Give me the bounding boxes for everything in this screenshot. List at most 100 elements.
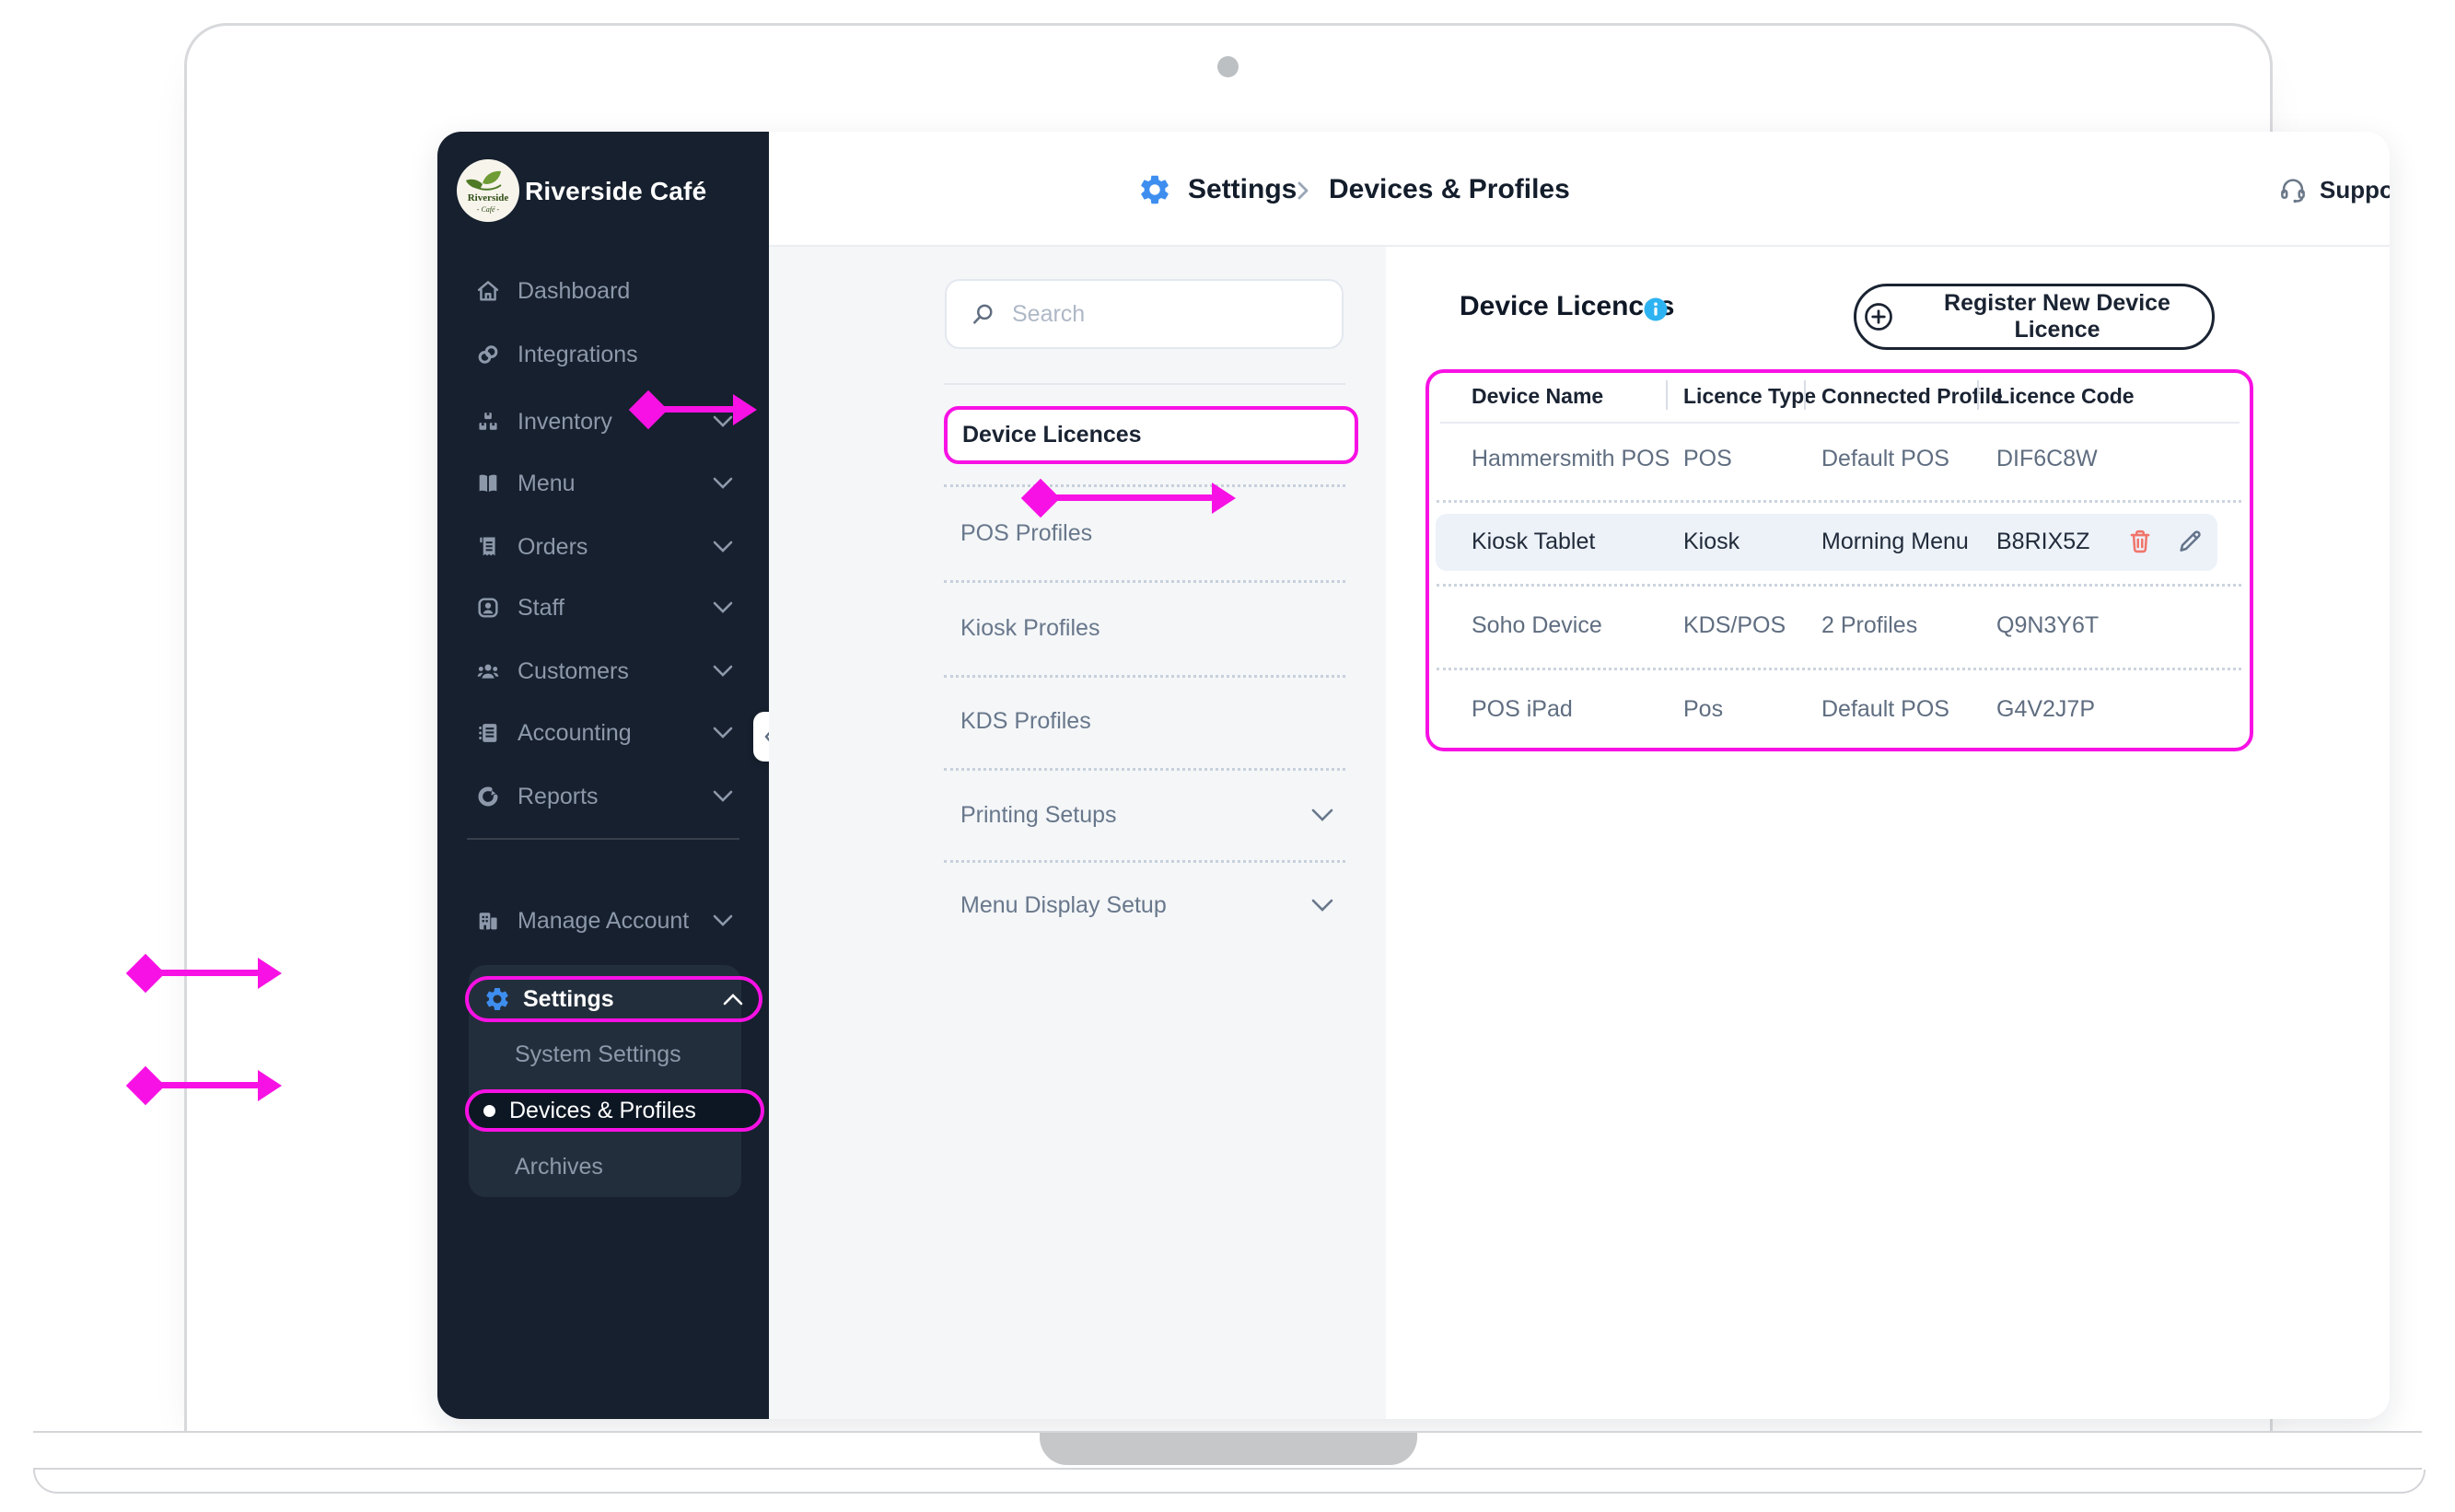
support-menu[interactable]: Support bbox=[2277, 169, 2390, 211]
dotted-divider bbox=[944, 675, 1345, 678]
menu-item-kds-profiles[interactable]: KDS Profiles bbox=[944, 703, 1345, 739]
dotted-divider bbox=[944, 484, 1345, 487]
chevron-down-icon bbox=[712, 664, 734, 679]
chevron-down-icon bbox=[712, 476, 734, 491]
boxes-icon bbox=[474, 408, 502, 436]
cell-licence-type: KDS/POS bbox=[1683, 611, 1786, 638]
laptop-base bbox=[33, 1470, 2426, 1494]
chevron-down-icon bbox=[712, 600, 734, 615]
sidebar-item-integrations[interactable]: Integrations bbox=[437, 336, 769, 373]
sidebar-item-label: Dashboard bbox=[518, 277, 631, 304]
brand-logo: Riverside - Café - bbox=[457, 159, 519, 222]
sidebar-item-label: Integrations bbox=[518, 341, 638, 367]
menu-item-label: Menu Display Setup bbox=[960, 891, 1167, 918]
headset-icon bbox=[2277, 174, 2309, 205]
dotted-divider bbox=[944, 768, 1345, 771]
gear-icon bbox=[1137, 172, 1172, 207]
gear-icon bbox=[483, 985, 511, 1013]
sidebar-item-dashboard[interactable]: Dashboard bbox=[437, 273, 769, 309]
annotation-arrowhead bbox=[733, 394, 757, 425]
cell-licence-type: Pos bbox=[1683, 695, 1724, 722]
chevron-down-icon bbox=[1310, 898, 1334, 913]
table-row[interactable]: POS iPad Pos Default POS G4V2J7P bbox=[1429, 691, 2250, 727]
sidebar-item-label: Manage Account bbox=[518, 907, 690, 934]
support-label: Support bbox=[2320, 175, 2390, 204]
chevron-down-icon bbox=[712, 540, 734, 554]
info-icon[interactable] bbox=[1642, 296, 1670, 323]
menu-item-pos-profiles[interactable]: POS Profiles bbox=[944, 515, 1345, 552]
register-new-device-licence-button[interactable]: Register New Device Licence bbox=[1854, 284, 2215, 350]
sidebar-item-manage-account[interactable]: Manage Account bbox=[437, 902, 769, 939]
cell-licence-type: Kiosk bbox=[1683, 528, 1740, 554]
sidebar-item-devices-profiles[interactable]: Devices & Profiles bbox=[465, 1089, 764, 1132]
menu-item-label: KDS Profiles bbox=[960, 707, 1091, 734]
ledger-icon bbox=[474, 719, 502, 747]
search-input[interactable] bbox=[1010, 299, 1309, 329]
sidebar-item-system-settings[interactable]: System Settings bbox=[469, 1036, 737, 1073]
delete-button[interactable] bbox=[2122, 523, 2158, 560]
sidebar-item-label: Settings bbox=[523, 985, 614, 1012]
table-row[interactable]: Hammersmith POS POS Default POS DIF6C8W bbox=[1429, 440, 2250, 477]
table-row[interactable]: Kiosk Tablet Kiosk Morning Menu B8RIX5Z bbox=[1429, 523, 2250, 560]
edit-button[interactable] bbox=[2171, 523, 2208, 560]
menu-item-kiosk-profiles[interactable]: Kiosk Profiles bbox=[944, 610, 1345, 646]
cell-connected-profile: Default POS bbox=[1821, 695, 1949, 722]
cell-connected-profile: Morning Menu bbox=[1821, 528, 1969, 554]
logo-text-1: Riverside bbox=[468, 192, 509, 204]
settings-submenu-panel: Device Licences POS Profiles Kiosk Profi… bbox=[769, 247, 1386, 1419]
table-header-divider bbox=[1440, 422, 2240, 424]
sidebar-item-orders[interactable]: Orders bbox=[437, 529, 769, 565]
cell-licence-type: POS bbox=[1683, 445, 1732, 471]
active-bullet-icon bbox=[483, 1104, 495, 1117]
receipt-icon bbox=[474, 533, 502, 561]
header-separator bbox=[1804, 380, 1806, 410]
chevron-up-icon bbox=[722, 992, 744, 1006]
table-row[interactable]: Soho Device KDS/POS 2 Profiles Q9N3Y6T bbox=[1429, 607, 2250, 644]
badge-icon bbox=[474, 594, 502, 622]
menu-item-label: Printing Setups bbox=[960, 801, 1117, 828]
dotted-divider bbox=[944, 860, 1345, 863]
sidebar-item-label: Archives bbox=[515, 1153, 603, 1180]
sidebar-item-customers[interactable]: Customers bbox=[437, 653, 769, 690]
chevron-down-icon bbox=[712, 789, 734, 804]
sidebar-divider bbox=[467, 838, 739, 840]
pencil-icon bbox=[2180, 530, 2201, 552]
search-icon bbox=[969, 300, 996, 328]
sidebar-item-settings[interactable]: Settings bbox=[465, 976, 762, 1022]
search-box bbox=[945, 279, 1344, 349]
breadcrumb-settings[interactable]: Settings bbox=[1188, 174, 1297, 205]
cell-device-name: Soho Device bbox=[1472, 611, 1602, 638]
sidebar-item-label: System Settings bbox=[515, 1041, 681, 1067]
sidebar-item-staff[interactable]: Staff bbox=[437, 589, 769, 626]
annotation-arrowhead bbox=[258, 958, 282, 989]
sidebar-item-label: Reports bbox=[518, 783, 599, 809]
header-separator bbox=[1977, 380, 1979, 410]
camera-dot bbox=[1217, 56, 1239, 77]
menu-item-device-licences[interactable]: Device Licences bbox=[944, 406, 1358, 464]
cell-licence-code: DIF6C8W bbox=[1996, 445, 2098, 471]
laptop-notch bbox=[1040, 1433, 1417, 1465]
topbar: Settings Devices & Profiles Support Engl… bbox=[769, 132, 2390, 247]
menu-item-printing-setups[interactable]: Printing Setups bbox=[944, 797, 1345, 833]
building-icon bbox=[474, 907, 502, 935]
dotted-row-divider bbox=[1437, 584, 2241, 587]
annotation-arrow-line bbox=[648, 406, 737, 413]
sidebar-item-label: Devices & Profiles bbox=[509, 1097, 696, 1123]
column-header-device-name: Device Name bbox=[1472, 383, 1604, 408]
book-icon bbox=[474, 470, 502, 497]
menu-item-label: Kiosk Profiles bbox=[960, 614, 1100, 641]
device-licences-table: Device Name Licence Type Connected Profi… bbox=[1425, 369, 2253, 751]
sidebar-item-menu[interactable]: Menu bbox=[437, 465, 769, 502]
chevron-down-icon bbox=[712, 726, 734, 740]
sidebar-item-archives[interactable]: Archives bbox=[469, 1148, 737, 1185]
menu-item-menu-display-setup[interactable]: Menu Display Setup bbox=[944, 887, 1345, 924]
header-separator bbox=[1666, 380, 1668, 410]
sidebar-item-accounting[interactable]: Accounting bbox=[437, 715, 769, 751]
register-button-label: Register New Device Licence bbox=[1944, 290, 2170, 343]
sidebar-item-reports[interactable]: Reports bbox=[437, 778, 769, 815]
sidebar: Riverside - Café - Riverside Café Dashbo… bbox=[437, 132, 769, 1419]
laptop-mockup: Riverside - Café - Riverside Café Dashbo… bbox=[0, 0, 2455, 1512]
cell-device-name: Hammersmith POS bbox=[1472, 445, 1670, 471]
cell-licence-code: B8RIX5Z bbox=[1996, 528, 2090, 554]
chart-donut-icon bbox=[474, 783, 502, 810]
